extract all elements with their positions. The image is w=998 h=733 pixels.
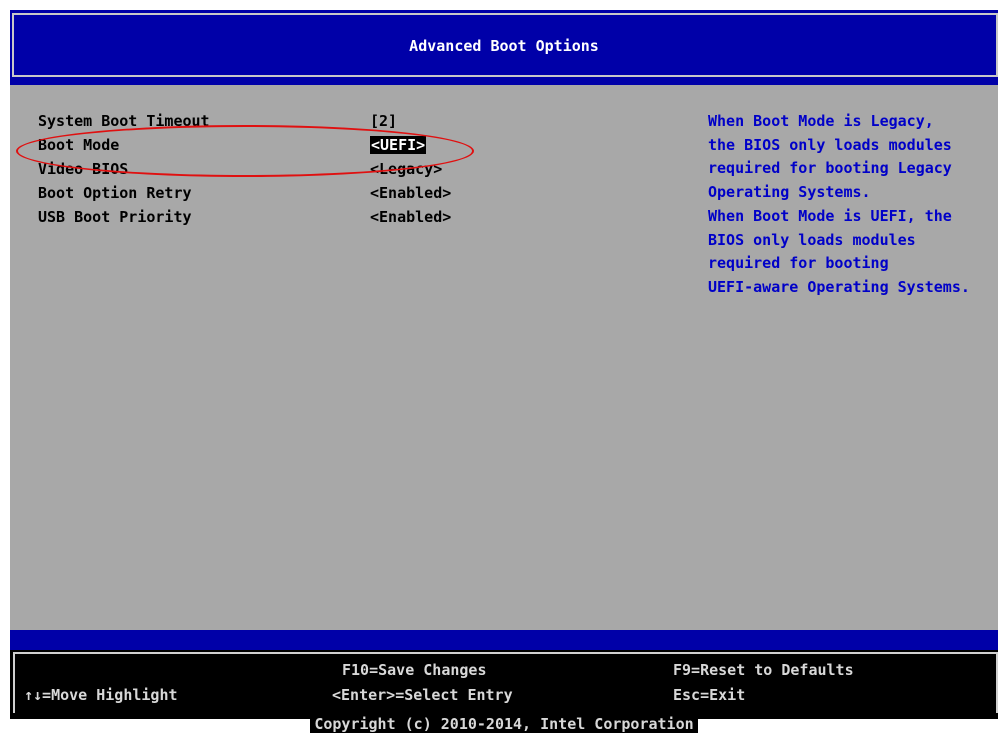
help-line: required for booting Legacy	[708, 159, 952, 178]
option-value[interactable]: [2]	[370, 112, 397, 130]
help-line: required for booting	[708, 254, 889, 273]
help-line: BIOS only loads modules	[708, 230, 916, 249]
hint-exit: Esc=Exit	[673, 686, 746, 704]
option-value[interactable]: <Enabled>	[370, 184, 451, 202]
help-line: Operating Systems.	[708, 183, 871, 202]
copyright-line: Copyright (c) 2010-2014, Intel Corporati…	[10, 714, 998, 733]
footer-bar: ↑↓=Move Highlight F10=Save Changes <Ente…	[10, 630, 998, 733]
page-title: Advanced Boot Options	[409, 37, 599, 55]
help-line: UEFI-aware Operating Systems.	[708, 277, 970, 296]
bios-screen: Advanced Boot Options System Boot Timeou…	[10, 10, 998, 733]
red-annotation-ellipse	[16, 125, 474, 177]
hint-reset-defaults: F9=Reset to Defaults	[673, 661, 854, 679]
option-boot-option-retry[interactable]: Boot Option Retry <Enabled>	[10, 184, 670, 208]
help-panel: When Boot Mode is Legacy, the BIOS only …	[708, 110, 998, 300]
title-bar: Advanced Boot Options	[10, 10, 998, 85]
option-value[interactable]: <Enabled>	[370, 208, 451, 226]
option-label: USB Boot Priority	[38, 208, 192, 226]
option-label: Boot Option Retry	[38, 184, 192, 202]
option-usb-boot-priority[interactable]: USB Boot Priority <Enabled>	[10, 208, 670, 232]
hint-save-changes: F10=Save Changes	[342, 661, 487, 679]
hint-move-highlight: ↑↓=Move Highlight	[24, 686, 178, 704]
hint-select-entry: <Enter>=Select Entry	[332, 686, 513, 704]
help-line: When Boot Mode is Legacy,	[708, 112, 934, 130]
help-line: When Boot Mode is UEFI, the	[708, 206, 952, 225]
help-line: the BIOS only loads modules	[708, 135, 952, 154]
copyright-text: Copyright (c) 2010-2014, Intel Corporati…	[310, 715, 698, 733]
